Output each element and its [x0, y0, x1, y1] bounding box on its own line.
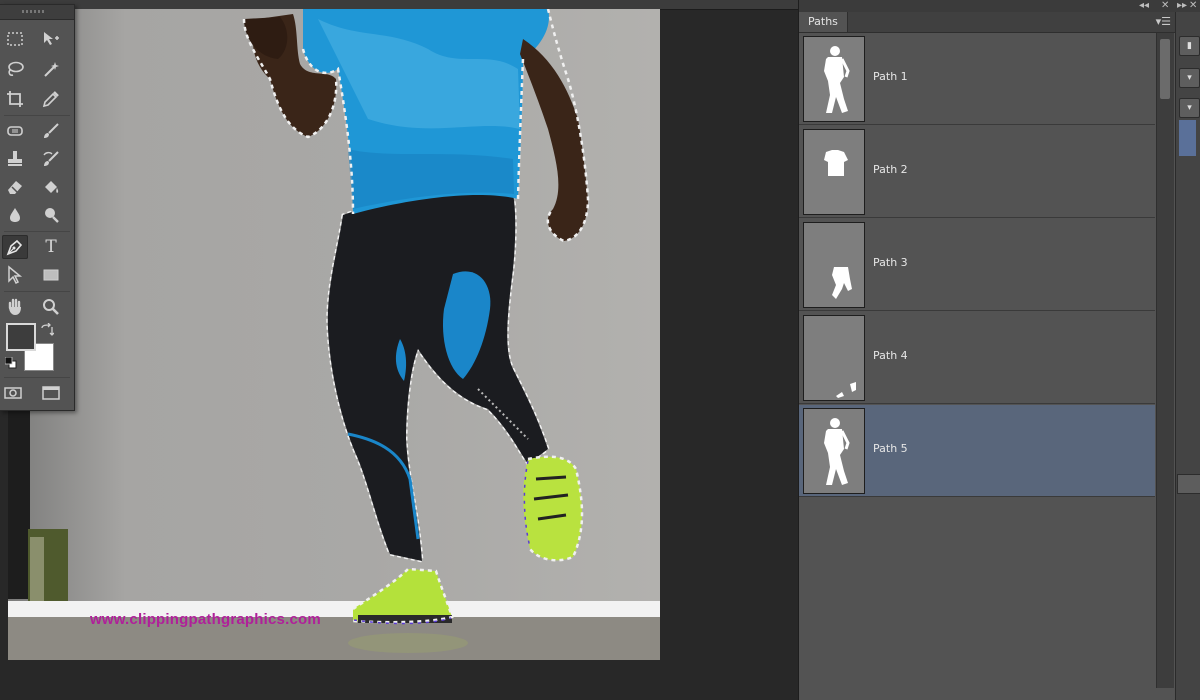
lasso-tool[interactable]	[2, 57, 28, 81]
panel-icon: ▮	[1187, 41, 1192, 51]
default-colors-icon[interactable]	[5, 357, 17, 369]
panel-menu-icon[interactable]: ▾☰	[1156, 12, 1171, 32]
collapse-panels-icon[interactable]: ◂◂	[1139, 0, 1149, 12]
history-brush-icon	[43, 151, 59, 166]
paths-panel-tabbar: Paths ▾☰	[799, 12, 1175, 33]
collapsed-panel-button[interactable]: ▮	[1179, 36, 1200, 56]
collapsed-panel-dropdown[interactable]: ▾	[1179, 68, 1200, 88]
path-selection-tool[interactable]	[2, 263, 28, 287]
crop-tool[interactable]	[2, 87, 28, 111]
move-tool[interactable]	[38, 27, 64, 51]
chevron-down-icon: ▾	[1187, 73, 1192, 83]
shirt-silhouette-icon	[824, 150, 848, 176]
collapsed-panels-strip: ▮ ▾ ▾	[1175, 12, 1200, 700]
lasso-icon	[8, 61, 24, 76]
move-icon	[44, 32, 59, 45]
path-name[interactable]: Path 2	[873, 163, 908, 176]
tool-separator	[4, 231, 70, 232]
eyedropper-tool[interactable]	[38, 87, 64, 111]
path-selection-icon	[8, 265, 23, 285]
tool-separator	[4, 291, 70, 292]
document-canvas-area[interactable]: www.clippingpathgraphics.com	[0, 0, 798, 700]
dodge-icon	[45, 208, 59, 223]
paths-scrollbar[interactable]	[1156, 33, 1174, 688]
hand-tool[interactable]	[2, 295, 28, 319]
brush-tool[interactable]	[38, 119, 64, 143]
path-name[interactable]: Path 5	[873, 442, 908, 455]
collapsed-panel-dropdown[interactable]: ▾	[1179, 98, 1200, 118]
path-thumbnail	[803, 315, 865, 401]
spot-healing-tool[interactable]	[2, 119, 28, 143]
rectangle-tool[interactable]	[38, 263, 64, 287]
watermark-text: www.clippingpathgraphics.com	[90, 611, 321, 628]
eyedropper-icon	[42, 91, 59, 108]
pen-tool[interactable]	[2, 235, 28, 259]
runner-photo	[8, 9, 660, 660]
runner-silhouette-icon	[824, 46, 850, 113]
stamp-icon	[8, 151, 22, 166]
crop-icon	[7, 91, 23, 107]
blur-tool[interactable]	[2, 203, 28, 227]
paint-bucket-icon	[45, 181, 59, 193]
chevron-down-icon: ▾	[1187, 103, 1192, 113]
document-image[interactable]: www.clippingpathgraphics.com	[8, 9, 660, 660]
shoes-silhouette-icon	[836, 382, 856, 398]
strip-scroll-thumb[interactable]	[1179, 120, 1196, 156]
runner-silhouette-icon	[824, 418, 850, 485]
path-name[interactable]: Path 1	[873, 70, 908, 83]
hand-icon	[8, 298, 21, 315]
eraser-icon	[8, 181, 22, 194]
history-brush-tool[interactable]	[38, 147, 64, 171]
path-thumbnail	[803, 408, 865, 494]
screen-mode-button[interactable]	[38, 381, 64, 405]
path-thumbnail	[803, 129, 865, 215]
close-dock-icon[interactable]: ✕	[1189, 0, 1197, 12]
path-name[interactable]: Path 3	[873, 256, 908, 269]
path-thumbnail	[803, 222, 865, 308]
zoom-icon	[43, 299, 59, 315]
dock-top-bar: ◂◂ ✕ ▸▸ ✕	[799, 0, 1200, 12]
legs-silhouette-icon	[832, 267, 852, 299]
brush-icon	[44, 123, 59, 138]
healing-icon	[7, 126, 23, 136]
magic-wand-icon	[44, 62, 59, 77]
path-row-5[interactable]: Path 5	[799, 405, 1155, 497]
expand-panels-icon[interactable]: ▸▸	[1177, 0, 1187, 12]
path-row-1[interactable]: Path 1	[799, 33, 1155, 125]
foreground-color-swatch[interactable]	[6, 323, 36, 351]
tab-paths[interactable]: Paths	[799, 12, 848, 32]
type-tool[interactable]: T	[38, 235, 64, 259]
path-thumbnail	[803, 36, 865, 122]
rectangular-marquee-tool[interactable]	[2, 27, 28, 51]
swap-colors-icon[interactable]	[40, 323, 54, 337]
tool-separator	[4, 115, 70, 116]
zoom-tool[interactable]	[38, 295, 64, 319]
clone-stamp-tool[interactable]	[2, 147, 28, 171]
paths-list: Path 1 Path 2 Path 3 Path 4 Path 5	[799, 33, 1175, 700]
marquee-icon	[7, 32, 23, 46]
path-row-3[interactable]: Path 3	[799, 219, 1155, 311]
path-name[interactable]: Path 4	[873, 349, 908, 362]
tools-panel: T	[0, 4, 75, 411]
pen-icon	[6, 239, 23, 256]
path-row-4[interactable]: Path 4	[799, 312, 1155, 404]
path-row-2[interactable]: Path 2	[799, 126, 1155, 218]
paths-scroll-thumb[interactable]	[1160, 39, 1170, 99]
magic-wand-tool[interactable]	[38, 57, 64, 81]
blur-icon	[10, 208, 20, 222]
dodge-tool[interactable]	[38, 203, 64, 227]
panel-dock: ◂◂ ✕ ▸▸ ✕ Paths ▾☰ Path 1 Path 2 Path 3 …	[798, 0, 1200, 700]
rectangle-icon	[43, 269, 59, 281]
eraser-tool[interactable]	[2, 175, 28, 199]
tool-separator	[4, 377, 70, 378]
quick-mask-icon	[4, 387, 22, 399]
quick-mask-button[interactable]	[0, 381, 26, 405]
close-panel-icon[interactable]: ✕	[1161, 0, 1169, 12]
type-icon: T	[45, 237, 57, 257]
tools-panel-grip[interactable]	[0, 5, 74, 20]
paint-bucket-tool[interactable]	[38, 175, 64, 199]
screen-mode-icon	[42, 386, 60, 400]
strip-handle[interactable]	[1177, 474, 1200, 494]
